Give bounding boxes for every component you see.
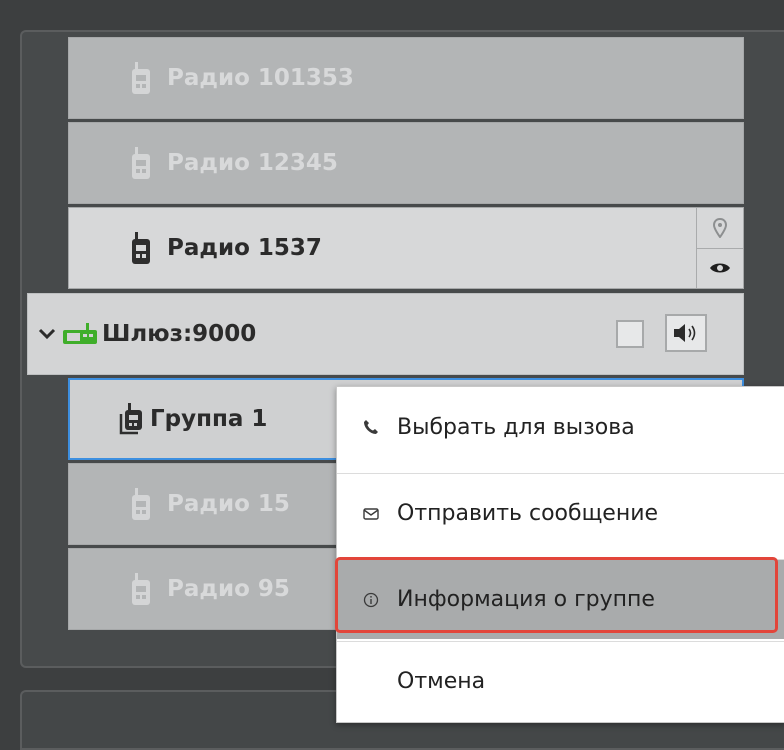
phone-icon — [361, 419, 381, 435]
menu-item-select-for-call[interactable]: Выбрать для вызова — [337, 387, 784, 467]
menu-item-send-message[interactable]: Отправить сообщение — [337, 473, 784, 553]
radio-icon — [131, 62, 151, 94]
group-label: Группа 1 — [150, 406, 268, 432]
tree-item-radio[interactable]: Радио 101353 — [68, 37, 744, 119]
gateway-checkbox[interactable] — [616, 320, 644, 348]
radio-icon — [131, 573, 151, 605]
envelope-icon — [361, 507, 381, 520]
radio-label: Радио 15 — [167, 491, 290, 517]
radio-icon — [131, 147, 151, 179]
speaker-button[interactable] — [665, 314, 707, 352]
menu-item-label: Отмена — [397, 669, 486, 694]
chevron-down-icon[interactable] — [38, 328, 56, 340]
radio-actions — [696, 208, 743, 288]
tree-item-radio[interactable]: Радио 12345 — [68, 122, 744, 204]
info-icon — [361, 592, 381, 608]
menu-item-label: Отправить сообщение — [397, 501, 659, 526]
radio-label: Радио 95 — [167, 576, 290, 602]
speaker-icon — [672, 322, 700, 344]
group-radio-icon — [118, 403, 144, 435]
gateway-icon — [62, 323, 98, 345]
eye-icon[interactable] — [697, 247, 743, 289]
gateway-label: Шлюз:9000 — [102, 321, 257, 347]
tree-item-gateway[interactable]: Шлюз:9000 — [27, 293, 744, 375]
context-menu: Выбрать для вызова Отправить сообщение И… — [336, 386, 784, 723]
tree-item-radio-active[interactable]: Радио 1537 — [68, 207, 744, 289]
radio-icon — [131, 232, 151, 264]
menu-item-cancel[interactable]: Отмена — [337, 641, 784, 721]
radio-label: Радио 12345 — [167, 150, 338, 176]
radio-icon — [131, 488, 151, 520]
radio-label: Радио 101353 — [167, 65, 354, 91]
location-pin-icon[interactable] — [697, 208, 743, 248]
radio-label: Радио 1537 — [167, 235, 322, 261]
menu-item-label: Информация о группе — [397, 587, 655, 612]
menu-item-group-info[interactable]: Информация о группе — [337, 559, 784, 639]
menu-item-label: Выбрать для вызова — [397, 414, 635, 440]
